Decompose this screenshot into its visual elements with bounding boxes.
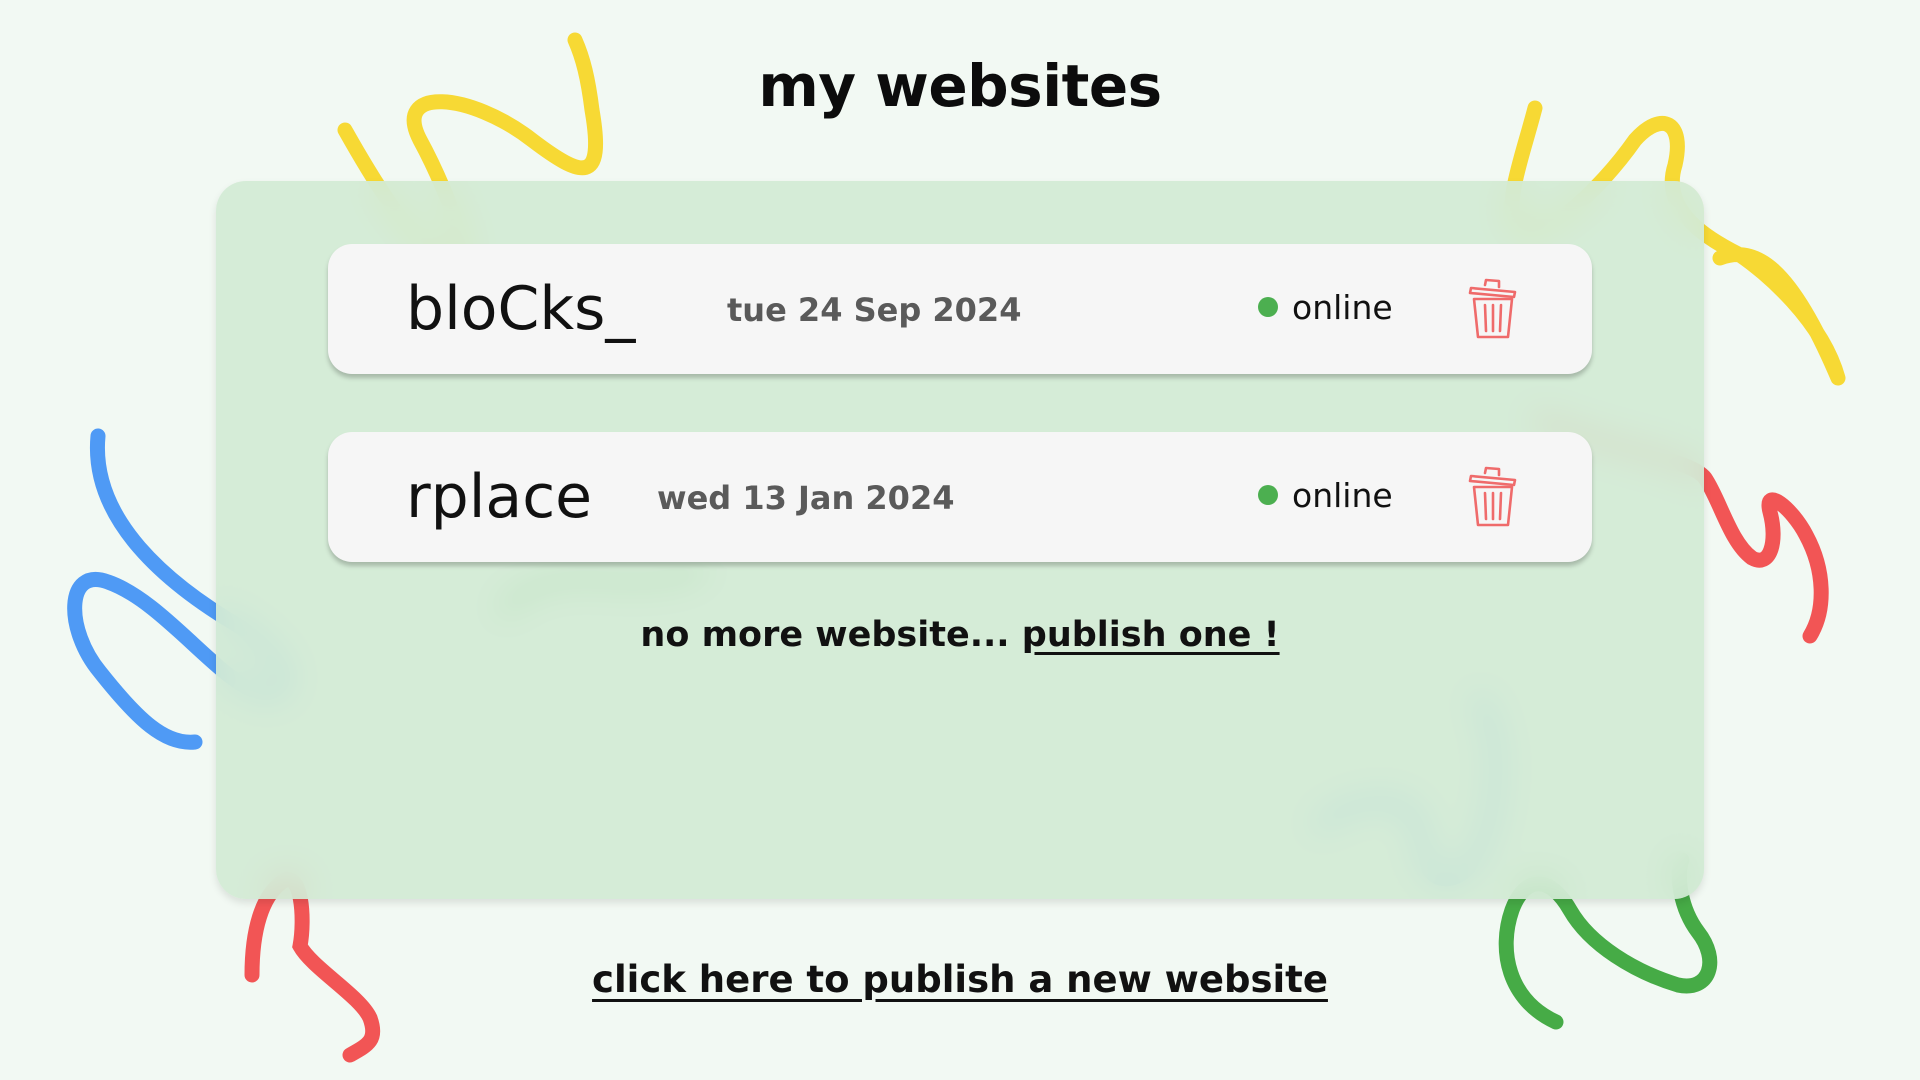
- website-row[interactable]: rplace wed 13 Jan 2024 online: [328, 432, 1592, 562]
- publish-one-link[interactable]: publish one !: [1022, 615, 1280, 655]
- website-name: bloCks_: [406, 274, 636, 344]
- status-label: online: [1292, 476, 1393, 515]
- website-name: rplace: [406, 462, 593, 532]
- status-indicator: online: [1258, 476, 1393, 516]
- website-date: tue 24 Sep 2024: [727, 291, 1022, 329]
- trash-icon: [1468, 278, 1517, 339]
- website-date: wed 13 Jan 2024: [657, 479, 955, 517]
- status-label: online: [1292, 288, 1393, 327]
- page-title: my websites: [758, 52, 1162, 120]
- trash-icon: [1468, 466, 1517, 527]
- websites-panel: bloCks_ tue 24 Sep 2024 online rplace we…: [216, 181, 1704, 899]
- footer: click here to publish a new website: [0, 958, 1920, 1001]
- status-indicator: online: [1258, 288, 1393, 328]
- status-dot-icon: [1258, 296, 1278, 317]
- delete-button[interactable]: [1466, 465, 1520, 529]
- delete-button[interactable]: [1466, 277, 1520, 341]
- empty-note-text: no more website...: [640, 615, 1022, 655]
- status-dot-icon: [1258, 484, 1278, 505]
- website-row[interactable]: bloCks_ tue 24 Sep 2024 online: [328, 244, 1592, 374]
- empty-note: no more website... publish one !: [216, 615, 1704, 655]
- publish-new-website-link[interactable]: click here to publish a new website: [592, 958, 1328, 1001]
